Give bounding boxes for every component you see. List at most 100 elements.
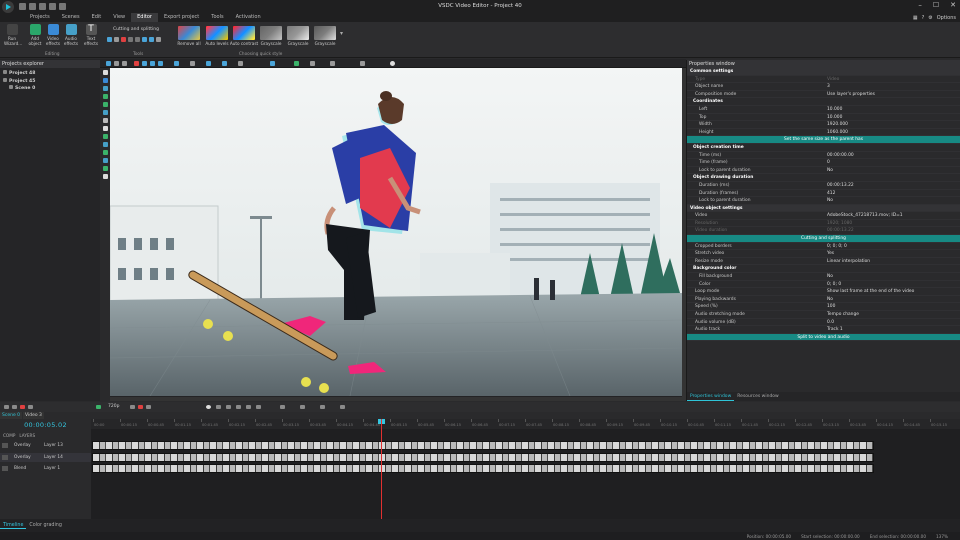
timeline-tool-icon[interactable] (96, 405, 101, 409)
property-value[interactable]: Tempo change (827, 311, 859, 319)
property-row[interactable]: Object name 3 (687, 83, 960, 91)
property-row[interactable]: Lock to parent duration No (687, 167, 960, 175)
timeline-tool-icon[interactable] (340, 405, 345, 409)
explorer-item-project-48[interactable]: Project 48 (3, 70, 97, 78)
property-row[interactable]: Color 0; 0; 0 (687, 281, 960, 289)
property-value[interactable]: 0.0 (827, 319, 834, 327)
anchor-icon[interactable] (102, 174, 108, 179)
menu-view[interactable]: View (107, 13, 131, 22)
property-section[interactable]: Video object settings (687, 204, 960, 213)
options-button[interactable]: Options (937, 15, 956, 21)
timeline-tool-icon[interactable] (130, 405, 135, 409)
movement-insert-icon[interactable] (102, 150, 108, 155)
menu-edit[interactable]: Edit (86, 13, 108, 22)
minimize-button[interactable]: – (918, 1, 922, 9)
quick-style-thumb-1[interactable] (178, 26, 200, 40)
property-row[interactable]: Time (ms) 00:00:00.00 (687, 152, 960, 160)
crop-icon[interactable] (107, 37, 112, 42)
move-down-icon[interactable] (222, 61, 227, 66)
quick-style-thumb-6[interactable] (314, 26, 336, 40)
property-value[interactable]: No (827, 167, 833, 175)
timeline-tool-icon[interactable] (300, 405, 305, 409)
record-icon[interactable] (121, 37, 126, 42)
timeline-ruler[interactable]: 00:00 00:00.15 00:00.45 00:01.15 00:01.45 00:… (91, 419, 960, 429)
property-row[interactable]: Time (frame) 0 (687, 159, 960, 167)
property-action-button[interactable]: Cutting and splitting (687, 235, 960, 243)
property-value[interactable]: 10.000 (827, 106, 842, 114)
cursor-icon[interactable] (102, 70, 108, 75)
play-icon[interactable] (226, 405, 231, 409)
prev-frame-icon[interactable] (216, 405, 221, 409)
property-row[interactable]: Lock to parent duration No (687, 197, 960, 205)
tab-color-grading[interactable]: Color grading (26, 523, 64, 528)
effects-insert-icon[interactable] (102, 166, 108, 171)
property-row[interactable]: Top 10.000 (687, 114, 960, 122)
property-row[interactable]: Composition mode Use layer's properties (687, 91, 960, 99)
chart-insert-icon[interactable] (102, 110, 108, 115)
property-row[interactable]: Height 1060.000 (687, 129, 960, 137)
property-value[interactable]: 100 (827, 303, 835, 311)
property-row[interactable]: Speed (%) 100 (687, 303, 960, 311)
track-row[interactable]: Overlay Layer 14 (0, 453, 91, 462)
move-up-icon[interactable] (206, 61, 211, 66)
track-row[interactable]: Blend Layer 1 (0, 464, 91, 473)
audio-effects-button[interactable]: Audio effects (63, 24, 79, 46)
property-value[interactable]: 412 (827, 190, 835, 198)
property-row[interactable]: Width 1920.000 (687, 121, 960, 129)
property-value[interactable]: 1060.000 (827, 129, 848, 137)
property-row[interactable]: Duration (ms) 00:00:13.22 (687, 182, 960, 190)
explorer-item-project-45[interactable]: Project 45 (3, 77, 97, 86)
run-wizard-button[interactable]: Run Wizard... (4, 24, 22, 46)
timeline-tool-icon[interactable] (12, 405, 17, 409)
menu-activation[interactable]: Activation (230, 13, 267, 22)
pointer-tool-icon[interactable] (106, 61, 111, 66)
align-right-icon[interactable] (158, 61, 163, 66)
property-value[interactable]: 00:00:13.22 (827, 182, 854, 190)
speed-icon[interactable] (156, 37, 161, 42)
menu-editor[interactable]: Editor (131, 13, 158, 22)
video-clip[interactable] (92, 464, 874, 473)
tab-video-3[interactable]: Video 3 (23, 412, 44, 419)
property-value[interactable]: 3 (827, 83, 830, 91)
resolution-select[interactable]: 720p (108, 404, 119, 409)
subtitle-insert-icon[interactable] (102, 126, 108, 131)
image-insert-icon[interactable] (102, 94, 108, 99)
property-value[interactable]: 1920; 1080 (827, 220, 852, 228)
menu-tools[interactable]: Tools (205, 13, 229, 22)
text-insert-icon[interactable] (102, 118, 108, 123)
track-row[interactable]: Overlay Layer 13 (0, 441, 91, 450)
menu-projects[interactable]: Projects (24, 13, 56, 22)
property-row[interactable]: Cropped borders 0; 0; 0; 0 (687, 243, 960, 251)
audio-insert-icon[interactable] (102, 86, 108, 91)
visibility-icon[interactable] (2, 466, 8, 471)
property-value[interactable]: 0 (827, 159, 830, 167)
gear-icon[interactable] (390, 61, 395, 66)
help-icon[interactable]: ? (922, 15, 925, 21)
property-value[interactable]: 0; 0; 0 (827, 281, 841, 289)
sprite-insert-icon[interactable] (102, 134, 108, 139)
property-value[interactable]: Use layer's properties (827, 91, 875, 99)
visibility-icon[interactable] (2, 443, 8, 448)
tab-properties-window[interactable]: Properties window (687, 392, 735, 401)
video-clip[interactable] (92, 453, 874, 462)
timeline-tool-icon[interactable] (280, 405, 285, 409)
next-frame-icon[interactable] (246, 405, 251, 409)
property-row[interactable]: Left 10.000 (687, 106, 960, 114)
layer-icon[interactable] (238, 61, 243, 66)
split-icon[interactable] (135, 37, 140, 42)
green-arrow-icon[interactable] (294, 61, 299, 66)
align-left-icon[interactable] (142, 61, 147, 66)
grid-icon[interactable] (190, 61, 195, 66)
pause-icon[interactable] (236, 405, 241, 409)
animation-insert-icon[interactable] (102, 158, 108, 163)
property-value[interactable]: 0; 0; 0; 0 (827, 243, 847, 251)
resize-icon[interactable] (114, 37, 119, 42)
property-row[interactable]: Fill background No (687, 273, 960, 281)
red-marker-icon[interactable] (134, 61, 139, 66)
quick-style-thumb-4[interactable] (260, 26, 282, 40)
timeline-tool-icon[interactable] (146, 405, 151, 409)
add-object-button[interactable]: Add object (27, 24, 43, 46)
menu-scenes[interactable]: Scenes (56, 13, 86, 22)
property-row[interactable]: Playing backwards No (687, 296, 960, 304)
property-value[interactable]: 1920.000 (827, 121, 848, 129)
